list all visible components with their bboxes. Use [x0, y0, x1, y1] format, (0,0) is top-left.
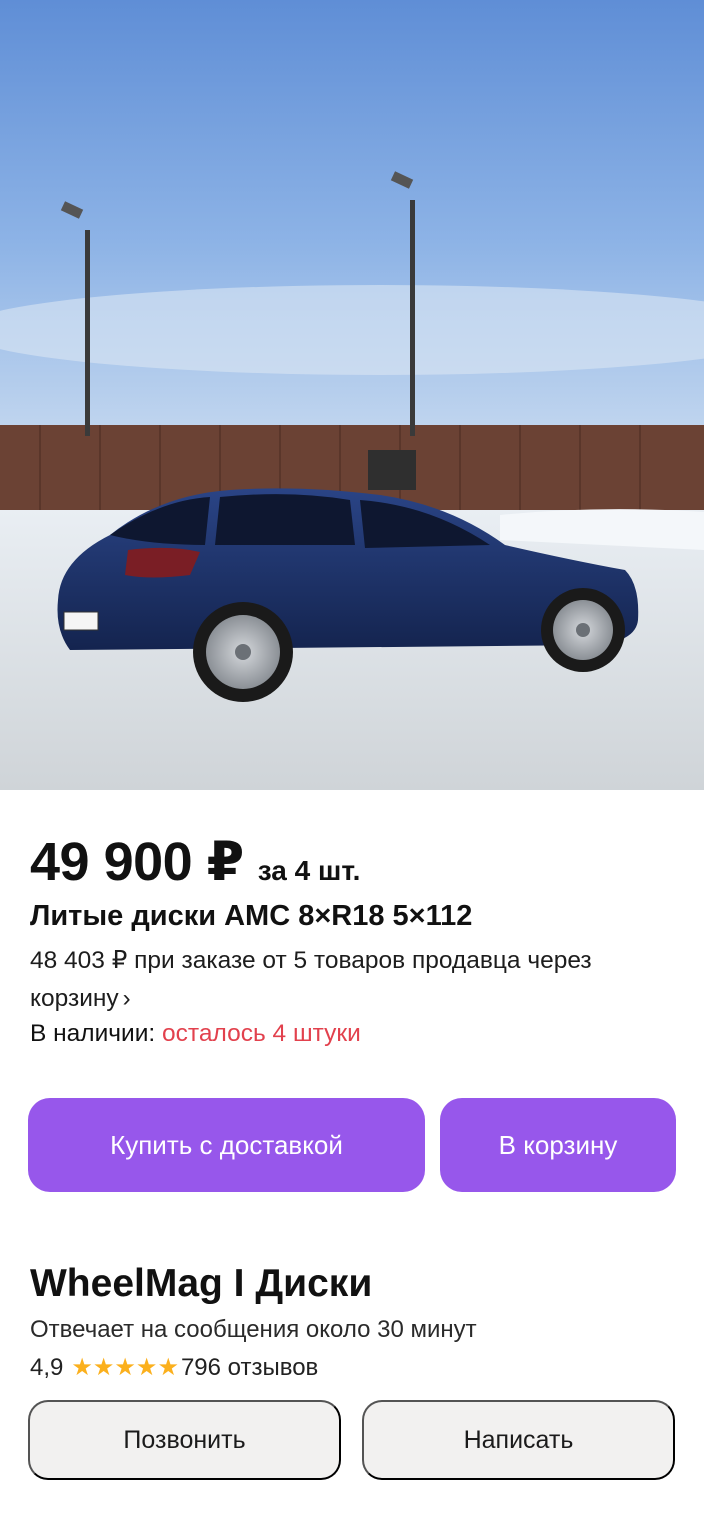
star-icon: ★: [71, 1354, 93, 1381]
star-icon: ★: [135, 1354, 158, 1381]
star-icon: ★: [92, 1354, 115, 1381]
price-quantity: за 4 шт.: [257, 855, 361, 886]
rating-value: 4,9: [30, 1354, 64, 1381]
buy-with-delivery-button[interactable]: Купить с доставкой: [28, 1098, 425, 1192]
price-row: 49 900 ₽ за 4 шт.: [30, 830, 360, 893]
stock-label: В наличии:: [30, 1020, 156, 1047]
seller-rating[interactable]: 4,9 ★ ★ ★ ★ ★ 796 отзывов: [30, 1354, 318, 1382]
product-photo[interactable]: [0, 0, 704, 790]
stock-status: В наличии: осталось 4 штуки: [30, 1020, 361, 1048]
seller-reply-time: Отвечает на сообщения около 30 минут: [30, 1316, 477, 1343]
listing-sheet: 49 900 ₽ за 4 шт. Литые диски AMC 8×R18 …: [0, 790, 704, 1520]
cart-deal-text: 48 403 ₽ при заказе от 5 товаров продавц…: [30, 947, 592, 1012]
product-title: Литые диски AMC 8×R18 5×112: [30, 900, 473, 932]
price: 49 900 ₽: [30, 832, 244, 892]
rating-stars: ★ ★ ★ ★ ★: [71, 1356, 179, 1380]
call-button[interactable]: Позвонить: [28, 1400, 341, 1480]
reviews-count: 796 отзывов: [180, 1354, 319, 1381]
star-icon: ★: [114, 1354, 136, 1381]
cart-deal-link[interactable]: 48 403 ₽ при заказе от 5 товаров продавц…: [30, 942, 680, 1018]
seller-name[interactable]: WheelMag I Диски: [30, 1262, 372, 1306]
add-to-cart-button[interactable]: В корзину: [440, 1098, 676, 1192]
stock-remaining: осталось 4 штуки: [162, 1020, 361, 1047]
chevron-right-icon: ›: [122, 985, 131, 1012]
write-message-button[interactable]: Написать: [362, 1400, 675, 1480]
star-icon: ★: [157, 1354, 179, 1381]
